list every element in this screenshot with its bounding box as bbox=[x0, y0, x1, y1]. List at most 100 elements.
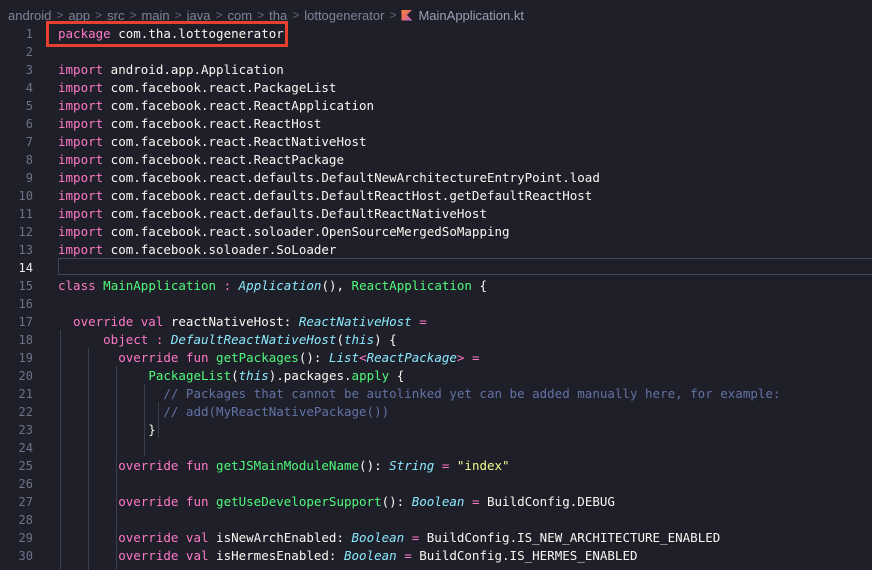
code-text: override fun getUseDeveloperSupport(): B… bbox=[58, 493, 615, 511]
code-line[interactable]: 25 override fun getJSMainModuleName(): S… bbox=[0, 457, 872, 475]
line-number: 22 bbox=[18, 405, 33, 419]
code-line[interactable]: 23 } bbox=[0, 421, 872, 439]
code-line[interactable]: 26 bbox=[0, 475, 872, 493]
kotlin-icon bbox=[401, 9, 413, 21]
code-token: import bbox=[58, 98, 104, 113]
code-token: com.facebook.react.ReactNativeHost bbox=[103, 134, 367, 149]
code-text: import com.facebook.react.soloader.OpenS… bbox=[58, 223, 510, 241]
code-token: List bbox=[328, 350, 360, 365]
code-line[interactable]: 20 PackageList(this).packages.apply { bbox=[0, 367, 872, 385]
code-token: ( bbox=[336, 332, 344, 347]
code-line[interactable]: 30 override val isHermesEnabled: Boolean… bbox=[0, 547, 872, 565]
code-token: = bbox=[464, 494, 487, 509]
code-line[interactable]: 16 bbox=[0, 295, 872, 313]
code-token: override val bbox=[58, 314, 164, 329]
code-line[interactable]: 3 import android.app.Application bbox=[0, 61, 872, 79]
line-number: 14 bbox=[18, 261, 33, 275]
code-token: ReactPackage bbox=[366, 350, 457, 365]
line-number: 27 bbox=[18, 495, 33, 509]
line-number: 17 bbox=[18, 315, 33, 329]
breadcrumb-separator: > bbox=[215, 8, 223, 22]
code-editor[interactable]: 1 package com.tha.lottogenerator 2 3 import … bbox=[0, 21, 872, 570]
breadcrumb-file[interactable]: MainApplication.kt bbox=[418, 8, 524, 23]
code-token: ) { bbox=[374, 332, 397, 347]
code-token: class bbox=[58, 278, 96, 293]
code-text: import com.facebook.react.defaults.Defau… bbox=[58, 169, 600, 187]
code-line[interactable]: 6 import com.facebook.react.ReactHost bbox=[0, 115, 872, 133]
code-token: getUseDeveloperSupport bbox=[216, 494, 382, 509]
code-line[interactable]: 29 override val isNewArchEnabled: Boolea… bbox=[0, 529, 872, 547]
code-line[interactable]: 12 import com.facebook.react.soloader.Ope… bbox=[0, 223, 872, 241]
code-line[interactable]: 27 override fun getUseDeveloperSupport()… bbox=[0, 493, 872, 511]
breadcrumb-separator: > bbox=[292, 8, 300, 22]
line-number: 4 bbox=[25, 81, 33, 95]
code-text: import com.facebook.react.defaults.Defau… bbox=[58, 205, 487, 223]
code-line[interactable]: 7 import com.facebook.react.ReactNativeHo… bbox=[0, 133, 872, 151]
code-token: com.facebook.react.soloader.OpenSourceMe… bbox=[103, 224, 510, 239]
code-line[interactable]: 17 override val reactNativeHost: ReactNa… bbox=[0, 313, 872, 331]
code-token: com.facebook.soloader.SoLoader bbox=[103, 242, 337, 257]
package-highlight-box bbox=[46, 21, 288, 47]
code-token: override fun bbox=[58, 458, 209, 473]
code-token: Boolean bbox=[351, 530, 405, 545]
code-line[interactable]: 18 object : DefaultReactNativeHost(this)… bbox=[0, 331, 872, 349]
code-token: getPackages bbox=[216, 350, 299, 365]
code-line[interactable]: 24 bbox=[0, 439, 872, 457]
line-number: 6 bbox=[25, 117, 33, 131]
code-line[interactable]: 5 import com.facebook.react.ReactApplicat… bbox=[0, 97, 872, 115]
code-text: // add(MyReactNativePackage()) bbox=[58, 403, 389, 421]
code-token: com.facebook.react.defaults.DefaultReact… bbox=[103, 206, 487, 221]
line-number: 26 bbox=[18, 477, 33, 491]
breadcrumb-item-lottogenerator[interactable]: lottogenerator bbox=[304, 8, 384, 23]
code-line[interactable]: 13 import com.facebook.soloader.SoLoader bbox=[0, 241, 872, 259]
code-line[interactable]: 19 override fun getPackages(): List<Reac… bbox=[0, 349, 872, 367]
code-text: import com.facebook.react.ReactNativeHos… bbox=[58, 133, 367, 151]
code-text: class MainApplication : Application(), R… bbox=[58, 277, 487, 295]
code-token: getJSMainModuleName bbox=[216, 458, 360, 473]
code-token: = bbox=[434, 458, 457, 473]
line-number: 21 bbox=[18, 387, 33, 401]
code-line[interactable]: 21 // Packages that cannot be autolinked… bbox=[0, 385, 872, 403]
breadcrumb-item-android[interactable]: android bbox=[8, 8, 51, 23]
code-line[interactable]: 10 import com.facebook.react.defaults.Def… bbox=[0, 187, 872, 205]
code-line[interactable]: 8 import com.facebook.react.ReactPackage bbox=[0, 151, 872, 169]
line-number: 1 bbox=[25, 27, 33, 41]
code-token: this bbox=[238, 368, 269, 383]
code-text: import com.facebook.react.defaults.Defau… bbox=[58, 187, 592, 205]
breadcrumb-separator: > bbox=[257, 8, 265, 22]
code-line[interactable]: 22 // add(MyReactNativePackage()) bbox=[0, 403, 872, 421]
code-text: import com.facebook.soloader.SoLoader bbox=[58, 241, 336, 259]
code-token: (): bbox=[298, 350, 329, 365]
code-line[interactable]: 11 import com.facebook.react.defaults.Def… bbox=[0, 205, 872, 223]
code-text: override val isHermesEnabled: Boolean = … bbox=[58, 547, 637, 565]
code-token: override fun bbox=[58, 350, 209, 365]
code-line[interactable]: 28 bbox=[0, 511, 872, 529]
code-token: import bbox=[58, 206, 104, 221]
code-token: : bbox=[216, 278, 239, 293]
line-number: 13 bbox=[18, 243, 33, 257]
code-line[interactable]: 4 import com.facebook.react.PackageList bbox=[0, 79, 872, 97]
code-text: PackageList(this).packages.apply { bbox=[58, 367, 404, 385]
code-token: > = bbox=[456, 350, 480, 365]
code-token: BuildConfig.IS_NEW_ARCHITECTURE_ENABLED bbox=[426, 530, 721, 545]
code-token: import bbox=[58, 62, 104, 77]
code-token: BuildConfig.DEBUG bbox=[487, 494, 615, 509]
code-line[interactable]: 9 import com.facebook.react.defaults.Defa… bbox=[0, 169, 872, 187]
code-token: import bbox=[58, 80, 104, 95]
line-number: 18 bbox=[18, 333, 33, 347]
code-line[interactable]: 15 class MainApplication : Application(),… bbox=[0, 277, 872, 295]
code-token: MainApplication bbox=[103, 278, 217, 293]
line-number: 25 bbox=[18, 459, 33, 473]
code-line[interactable]: 14 bbox=[0, 259, 872, 277]
code-text: override val isNewArchEnabled: Boolean =… bbox=[58, 529, 720, 547]
line-number: 7 bbox=[25, 135, 33, 149]
code-token: com.facebook.react.defaults.DefaultNewAr… bbox=[103, 170, 600, 185]
line-number: 23 bbox=[18, 423, 33, 437]
code-text: import com.facebook.react.ReactApplicati… bbox=[58, 97, 374, 115]
code-token: = bbox=[404, 530, 427, 545]
code-token: : bbox=[148, 332, 171, 347]
code-token: override fun bbox=[58, 494, 209, 509]
code-token: (): bbox=[381, 494, 412, 509]
line-number: 11 bbox=[18, 207, 33, 221]
